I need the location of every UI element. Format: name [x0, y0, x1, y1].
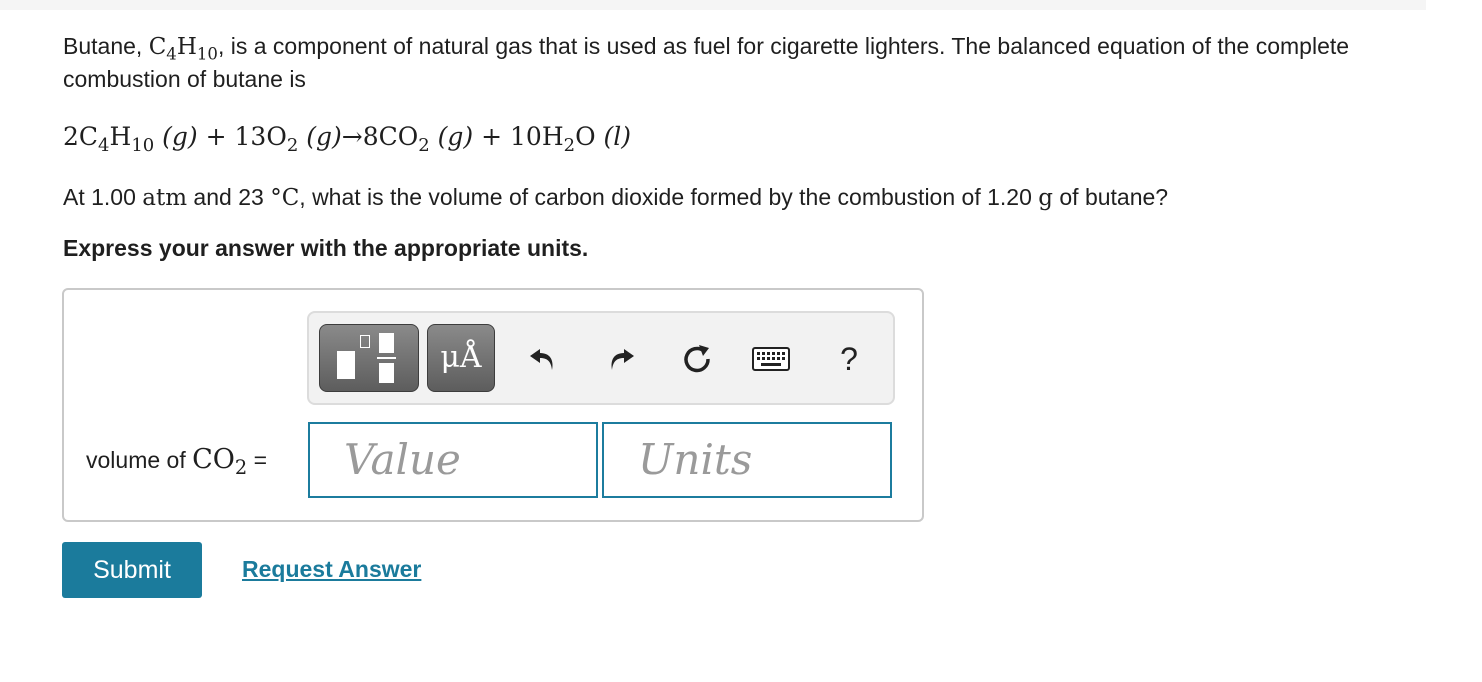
eq-o-sub: 2	[286, 134, 299, 156]
label-chem-text: CO	[192, 444, 235, 475]
formula-c: C	[148, 34, 167, 60]
eq-h: H	[109, 122, 132, 151]
units-input[interactable]: Units	[602, 422, 892, 498]
eq-coef1: 2C	[63, 122, 99, 151]
eq-h2o-sub: 2	[563, 134, 576, 156]
reset-button[interactable]	[677, 339, 717, 379]
eq-arrow: →8CO	[341, 122, 419, 151]
butane-formula: C4H10	[148, 34, 218, 64]
templates-button[interactable]	[319, 324, 419, 392]
eq-state4: (l)	[603, 122, 632, 151]
top-bar	[0, 0, 1426, 10]
answer-label: volume of CO2 =	[86, 440, 267, 480]
intro-suffix: , is a component of natural gas that is …	[63, 33, 1350, 92]
formula-h-sub: 10	[196, 44, 218, 64]
label-prefix: volume of	[86, 447, 193, 473]
eq-h-sub: 10	[131, 134, 155, 156]
reset-icon	[684, 345, 710, 373]
formula-h: H	[176, 34, 197, 60]
intro-paragraph: Butane, C4H10, is a component of natural…	[63, 30, 1423, 95]
question-text: At 1.00 atm and 23 °C, what is the volum…	[63, 181, 1423, 214]
question-part1: At 1.00	[63, 184, 143, 210]
eq-c-sub: 4	[98, 134, 110, 156]
math-toolbar: μÅ ?	[307, 311, 895, 405]
eq-state1: (g)	[162, 122, 198, 151]
units-icon: μÅ	[440, 340, 482, 375]
undo-icon	[530, 349, 553, 370]
label-chem-sub: 2	[234, 456, 248, 480]
answer-box: μÅ ? volume of CO2 = Value Units	[62, 288, 924, 522]
eq-plus2: + 10H	[473, 122, 564, 151]
question-grams: g	[1038, 185, 1053, 211]
instruction-text: Express your answer with the appropriate…	[63, 235, 589, 261]
eq-state3: (g)	[437, 122, 474, 151]
eq-co2-sub: 2	[418, 134, 430, 156]
eq-plus1: + 13O	[197, 122, 287, 151]
question-part4: of butane?	[1053, 184, 1169, 210]
label-suffix: =	[247, 447, 268, 473]
intro-prefix: Butane,	[63, 33, 149, 59]
submit-button[interactable]: Submit	[62, 542, 202, 598]
formula-c-sub: 4	[166, 44, 177, 64]
units-button[interactable]: μÅ	[427, 324, 495, 392]
question-atm: atm	[142, 185, 188, 211]
undo-button[interactable]	[523, 339, 563, 379]
help-icon: ?	[840, 340, 858, 377]
redo-icon	[611, 349, 634, 370]
request-answer-link[interactable]: Request Answer	[242, 556, 421, 583]
help-button[interactable]: ?	[829, 339, 869, 379]
redo-button[interactable]	[601, 339, 641, 379]
question-degrees: °C	[270, 185, 300, 211]
question-part2: and 23	[187, 184, 271, 210]
eq-o: O	[575, 122, 596, 151]
combustion-equation: 2C4H10 (g) + 13O2 (g)→8CO2 (g) + 10H2O (…	[63, 117, 1423, 157]
question-part3: , what is the volume of carbon dioxide f…	[299, 184, 1039, 210]
keyboard-icon	[752, 347, 790, 371]
value-input[interactable]: Value	[308, 422, 598, 498]
eq-state2: (g)	[306, 122, 342, 151]
keyboard-button[interactable]	[751, 339, 791, 379]
problem-statement: Butane, C4H10, is a component of natural…	[63, 30, 1423, 264]
label-chem: CO2	[192, 444, 247, 477]
